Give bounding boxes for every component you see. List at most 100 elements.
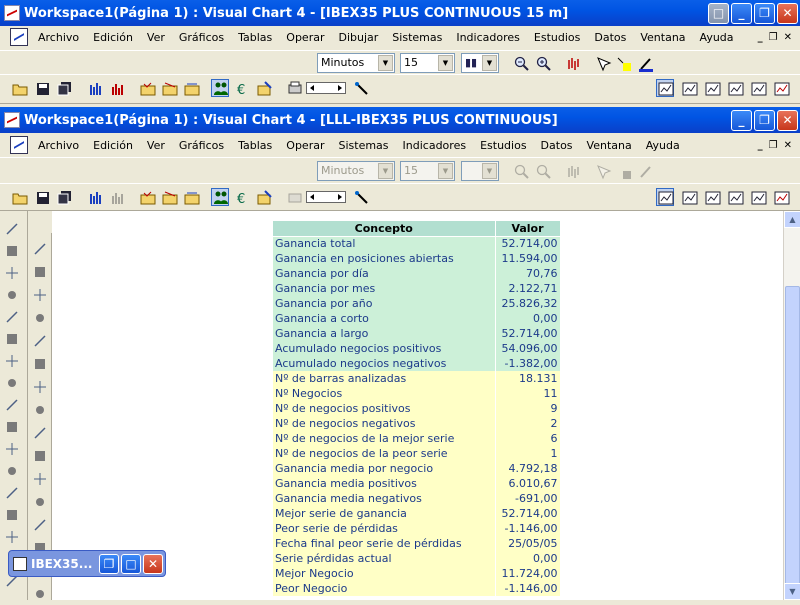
scroll-thumb[interactable] [785, 286, 800, 586]
minimize-button[interactable]: _ [731, 2, 752, 24]
scroll-up-button[interactable]: ▲ [784, 211, 800, 228]
inner-menu-0[interactable]: Archivo [31, 139, 86, 152]
curve-icon[interactable] [4, 485, 22, 503]
minimized-maximize-button[interactable]: □ [121, 553, 141, 574]
outer-menu-3[interactable]: Gráficos [172, 31, 231, 44]
inner-menu-6[interactable]: Sistemas [331, 139, 395, 152]
folder-graph-icon[interactable] [182, 188, 200, 206]
arrow-select-icon[interactable] [4, 221, 22, 239]
folder-open-icon[interactable] [255, 188, 273, 206]
eye-icon[interactable] [4, 397, 22, 415]
save-all-icon[interactable] [55, 79, 73, 97]
mdi-close-icon[interactable]: ✕ [784, 140, 792, 151]
inner-menu-5[interactable]: Operar [279, 139, 331, 152]
outer-menu-6[interactable]: Dibujar [331, 31, 385, 44]
inner-menu-4[interactable]: Tablas [231, 139, 279, 152]
wand-icon[interactable] [352, 188, 370, 206]
marker-icon[interactable] [32, 448, 50, 466]
fibonacci-icon[interactable] [32, 379, 50, 397]
chart-template-icon[interactable] [726, 79, 744, 97]
outer-title-bar[interactable]: Workspace1(Página 1) : Visual Chart 4 - … [0, 0, 800, 26]
trendline-icon[interactable] [32, 264, 50, 282]
navigation-buttons-icon[interactable] [305, 188, 346, 206]
mdi-restore-icon[interactable]: ❐ [769, 32, 778, 43]
column-header-value[interactable]: Valor [495, 221, 561, 237]
chart-template-icon[interactable] [772, 79, 790, 97]
outer-menu-7[interactable]: Sistemas [385, 31, 449, 44]
chart-template-icon[interactable] [703, 79, 721, 97]
outer-menu-5[interactable]: Operar [279, 31, 331, 44]
cross-icon[interactable] [4, 441, 22, 459]
folder-lines-icon[interactable] [160, 188, 178, 206]
help-button[interactable]: □ [708, 2, 729, 24]
inner-menu-8[interactable]: Estudios [473, 139, 533, 152]
curve-icon[interactable] [32, 517, 50, 535]
outer-menu-4[interactable]: Tablas [231, 31, 279, 44]
interval-select[interactable]: 15 ▼ [400, 53, 455, 73]
timeframe-select[interactable]: Minutos ▼ [317, 53, 395, 73]
minimized-close-button[interactable]: ✕ [143, 553, 163, 574]
print-preview-icon[interactable] [285, 79, 303, 97]
channel-icon[interactable] [32, 356, 50, 374]
outer-menu-11[interactable]: Ventana [633, 31, 692, 44]
folder-chart-icon[interactable] [138, 188, 156, 206]
ray-icon[interactable] [4, 309, 22, 327]
outer-menu-8[interactable]: Indicadores [449, 31, 527, 44]
mdi-minimize-icon[interactable]: _ [758, 32, 763, 43]
zoom-out-icon[interactable] [512, 54, 530, 72]
outer-menu-10[interactable]: Datos [587, 31, 633, 44]
inner-minimize-button[interactable]: _ [731, 109, 752, 131]
minimized-window-ibex35[interactable]: IBEX35... ❐ □ ✕ [8, 550, 166, 577]
inner-title-bar[interactable]: Workspace1(Página 1) : Visual Chart 4 - … [0, 107, 800, 133]
outer-menu-0[interactable]: Archivo [31, 31, 86, 44]
marker-icon[interactable] [4, 419, 22, 437]
inner-menu-1[interactable]: Edición [86, 139, 140, 152]
save-disk-icon[interactable] [33, 188, 51, 206]
people-icon[interactable] [211, 79, 229, 97]
restore-button[interactable]: ❐ [754, 2, 775, 24]
minimized-restore-button[interactable]: ❐ [99, 553, 119, 574]
trendline-icon[interactable] [4, 243, 22, 261]
chart-template-icon[interactable] [749, 188, 767, 206]
rectangle-icon[interactable] [4, 265, 22, 283]
outer-menu-9[interactable]: Estudios [527, 31, 587, 44]
inner-menu-3[interactable]: Gráficos [172, 139, 231, 152]
rectangle-icon[interactable] [32, 287, 50, 305]
inner-menu-2[interactable]: Ver [140, 139, 172, 152]
vertical-scrollbar[interactable]: ▲ ▼ [783, 211, 800, 600]
navigation-buttons-icon[interactable] [305, 79, 346, 97]
chart-template-icon[interactable] [656, 79, 674, 97]
chart-template-icon[interactable] [726, 188, 744, 206]
mdi-minimize-icon[interactable]: _ [758, 140, 763, 151]
inner-menu-10[interactable]: Ventana [580, 139, 639, 152]
ray-icon[interactable] [32, 333, 50, 351]
folder-open-icon[interactable] [255, 79, 273, 97]
eye-icon[interactable] [32, 425, 50, 443]
folder-graph-icon[interactable] [182, 79, 200, 97]
euro-icon[interactable]: € [233, 188, 251, 206]
inner-menu-9[interactable]: Datos [534, 139, 580, 152]
outer-menu-1[interactable]: Edición [86, 31, 140, 44]
pen-icon[interactable] [636, 54, 654, 72]
line-icon[interactable] [4, 287, 22, 305]
scroll-down-button[interactable]: ▼ [784, 583, 800, 600]
circle-icon[interactable] [4, 529, 22, 547]
chart-template-icon[interactable] [680, 79, 698, 97]
text-icon[interactable] [32, 494, 50, 512]
close-button[interactable]: ✕ [777, 2, 798, 24]
inner-close-button[interactable]: ✕ [777, 109, 798, 131]
gann-icon[interactable] [32, 402, 50, 420]
chart-template-icon[interactable] [680, 188, 698, 206]
chart-type-select[interactable]: ▮▮ ▼ [461, 53, 499, 73]
euro-icon[interactable]: € [233, 79, 251, 97]
inner-menu-11[interactable]: Ayuda [639, 139, 687, 152]
gann-icon[interactable] [4, 375, 22, 393]
chart-template-icon[interactable] [703, 188, 721, 206]
text-icon[interactable] [4, 463, 22, 481]
mdi-close-icon[interactable]: ✕ [784, 32, 792, 43]
arrow-select-icon[interactable] [32, 241, 50, 259]
line-icon[interactable] [32, 310, 50, 328]
bar-chart-icon[interactable] [86, 188, 104, 206]
folder-lines-icon[interactable] [160, 79, 178, 97]
indicator-chart-icon[interactable] [108, 79, 126, 97]
